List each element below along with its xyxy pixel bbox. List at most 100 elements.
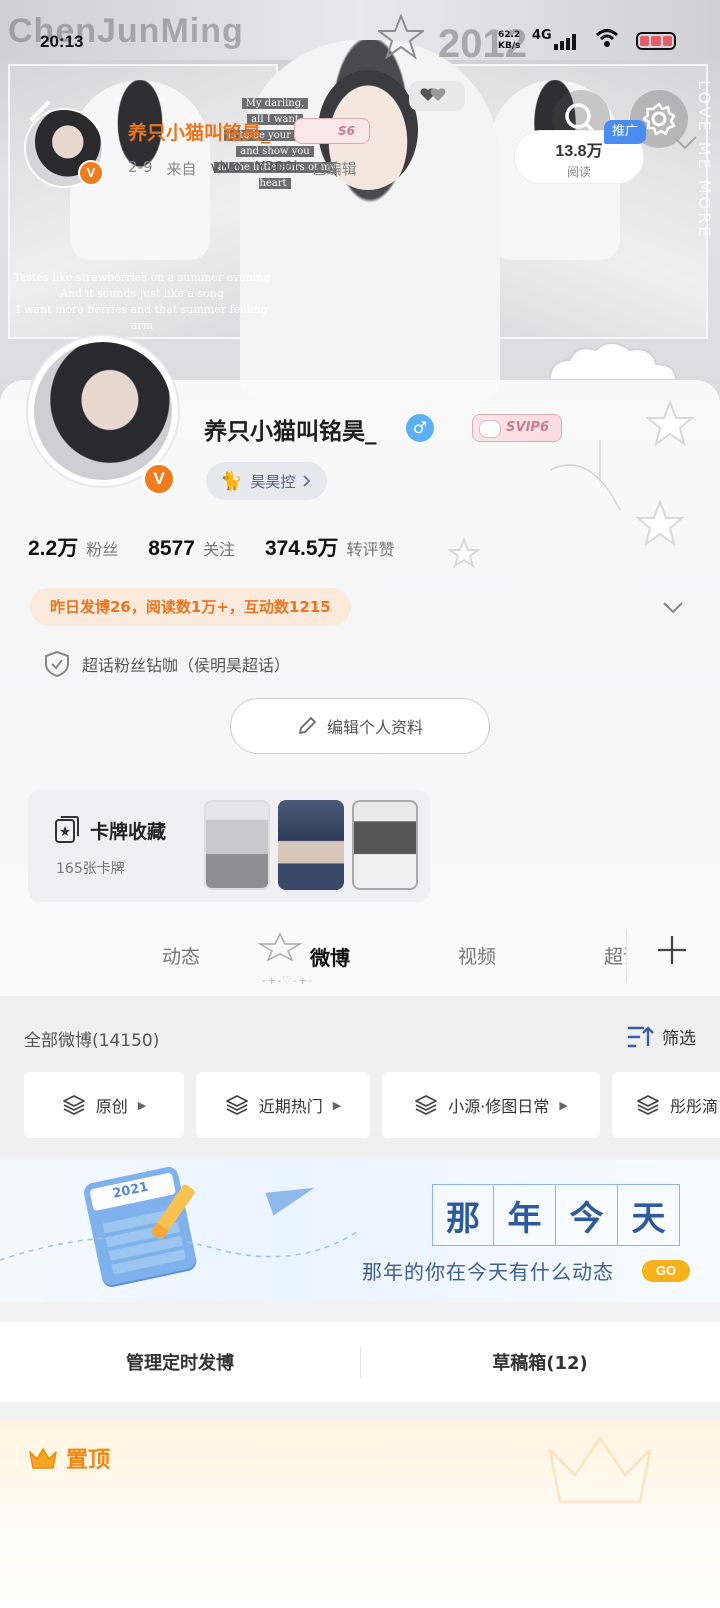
stat-label: 粉丝 — [86, 540, 119, 559]
chip-recent-hot[interactable]: 近期热门 ▶ — [196, 1072, 370, 1138]
fan-badge-label: 超话粉丝钻咖（侯明昊超话） — [82, 656, 291, 675]
battery-icon — [636, 32, 676, 50]
profile-stats: 2.2万 粉丝 8577 关注 374.5万 转评赞 — [28, 532, 395, 562]
status-bar: 20:13 62.2 KB/s 4G — [0, 0, 720, 80]
status-time: 20:13 — [40, 32, 84, 51]
wifi-icon — [595, 28, 619, 53]
scheduled-posts-button[interactable]: 管理定时发博 — [0, 1322, 360, 1402]
tab-divider — [626, 930, 627, 982]
chip-original[interactable]: 原创 ▶ — [24, 1072, 184, 1138]
pinned-section: 置顶 — [0, 1420, 720, 1608]
chevron-down-icon[interactable] — [662, 596, 684, 618]
lyric-line: I want more berries and that summer feel… — [16, 303, 268, 316]
chip-edit-daily[interactable]: 小源·修图日常 ▶ — [382, 1072, 600, 1138]
crown-watermark-icon — [548, 1436, 652, 1504]
svip-badge[interactable]: SVIP6 — [472, 414, 562, 442]
yesterday-summary[interactable]: 昨日发博26，阅读数1万+，互动数1215 — [30, 588, 351, 626]
post-date: 2-9 — [128, 158, 153, 176]
title-char: 天 — [618, 1184, 680, 1246]
all-weibo-count: 全部微博(14150) — [24, 1031, 160, 1051]
group-tag-pill[interactable]: 🐈 昊昊控 — [206, 462, 328, 500]
cat-icon: 🐈 — [220, 470, 243, 492]
triangle-right-icon: ▶ — [332, 1098, 342, 1112]
card-thumbnail — [278, 800, 344, 890]
group-tag-label: 昊昊控 — [250, 472, 296, 491]
verified-badge-icon: V — [78, 160, 104, 186]
tab-super-topic[interactable]: 超话 — [604, 942, 626, 969]
post-author-svip-badge: S6 — [294, 118, 370, 144]
pencil-icon — [299, 717, 316, 734]
status-net-speed: 62.2 KB/s — [498, 30, 521, 51]
triangle-right-icon: ▶ — [559, 1098, 568, 1112]
title-char: 年 — [494, 1184, 556, 1246]
on-this-day-subtitle: 那年的你在今天有什么动态 — [362, 1260, 614, 1284]
chip-tongtong[interactable]: 彤彤滴 — [612, 1072, 720, 1138]
male-gender-icon: ♂ — [406, 414, 434, 442]
stat-value: 8577 — [148, 537, 195, 560]
tab-active-indicator: -+-♡-+- — [262, 974, 314, 987]
quote-line: My darling, — [241, 98, 309, 109]
lyric-line: arm — [130, 319, 154, 332]
read-count-label: 阅读 — [566, 165, 591, 179]
add-tab-button[interactable] — [656, 934, 688, 975]
tab-star-decor-icon — [257, 932, 303, 962]
post-device-brand: vivo — [210, 158, 242, 176]
heart-bubble-icon — [409, 81, 465, 111]
calendar-year: 2021 — [111, 1179, 150, 1202]
plus-icon — [658, 936, 686, 964]
stat-followers[interactable]: 2.2万 粉丝 — [28, 532, 118, 562]
promote-badge[interactable]: 推广 — [604, 120, 646, 144]
fan-badge-row[interactable]: 超话粉丝钻咖（侯明昊超话） — [44, 650, 290, 678]
tab-weibo[interactable]: 微博 — [310, 942, 350, 971]
stat-following[interactable]: 8577 关注 — [148, 536, 235, 561]
on-this-day-banner[interactable]: 2021 那 年 今 天 那年的你在今天有什么动态 GO — [0, 1160, 720, 1302]
chevron-right-icon — [303, 475, 311, 487]
stat-label: 关注 — [202, 540, 235, 559]
crown-icon — [29, 1448, 57, 1469]
edit-profile-label: 编辑个人资料 — [326, 718, 423, 737]
drafts-button[interactable]: 草稿箱(12) — [360, 1322, 720, 1402]
verified-badge-icon: V — [142, 462, 176, 496]
card-star-icon — [55, 816, 79, 843]
stat-value: 2.2万 — [28, 537, 79, 560]
title-char: 那 — [432, 1184, 494, 1246]
post-author-name[interactable]: 养只小猫叫铭昊_ — [128, 118, 271, 145]
avatar-image — [34, 342, 172, 480]
signal-bars-icon — [554, 34, 576, 50]
cover-lyric: Tastes like strawberries on a summer eve… — [12, 270, 272, 334]
chevron-down-icon[interactable] — [672, 134, 698, 152]
go-button[interactable]: GO — [642, 1260, 690, 1282]
manage-row: 管理定时发博 草稿箱(12) — [0, 1322, 720, 1402]
layers-icon — [62, 1095, 85, 1115]
card-thumbnail — [204, 800, 270, 890]
filter-button[interactable]: 筛选 — [626, 1024, 696, 1049]
lyric-line: And it sounds just like a song — [60, 287, 224, 300]
status-network-type: 4G — [532, 28, 552, 43]
on-this-day-title: 那 年 今 天 — [432, 1184, 680, 1246]
profile-username: 养只小猫叫铭昊_ — [204, 419, 377, 445]
filter-chips: 原创 ▶ 近期热门 ▶ 小源·修图日常 ▶ 彤彤滴 — [24, 1072, 720, 1138]
card-thumbnail — [352, 800, 418, 890]
tab-feed[interactable]: 动态 — [162, 942, 200, 969]
stat-interactions[interactable]: 374.5万 转评赞 — [265, 532, 395, 562]
card-collection[interactable]: 卡牌收藏 165张卡牌 — [28, 790, 430, 902]
triangle-right-icon: ▶ — [137, 1098, 147, 1112]
post-source-label: 来自 — [166, 160, 197, 178]
card-collection-count: 165张卡牌 — [56, 861, 125, 877]
pinned-title: 置顶 — [66, 1448, 111, 1473]
quote-line: and show you — [236, 146, 314, 157]
post-device-model: Y300i — [255, 158, 298, 176]
edit-profile-button[interactable]: 编辑个人资料 — [230, 698, 490, 754]
stat-value: 374.5万 — [264, 537, 339, 560]
layers-icon — [225, 1095, 248, 1115]
post-edited-label: 已编辑 — [311, 160, 357, 178]
cover-vertical-text: LOVE ME MORE — [695, 80, 714, 240]
title-char: 今 — [556, 1184, 618, 1246]
tab-video[interactable]: 视频 — [458, 942, 496, 969]
card-collection-title: 卡牌收藏 — [54, 816, 166, 844]
filter-sort-icon — [628, 1025, 654, 1047]
shield-check-icon — [45, 650, 69, 678]
stat-label: 转评赞 — [346, 540, 395, 559]
gear-icon — [642, 102, 676, 136]
layers-icon — [415, 1095, 438, 1115]
